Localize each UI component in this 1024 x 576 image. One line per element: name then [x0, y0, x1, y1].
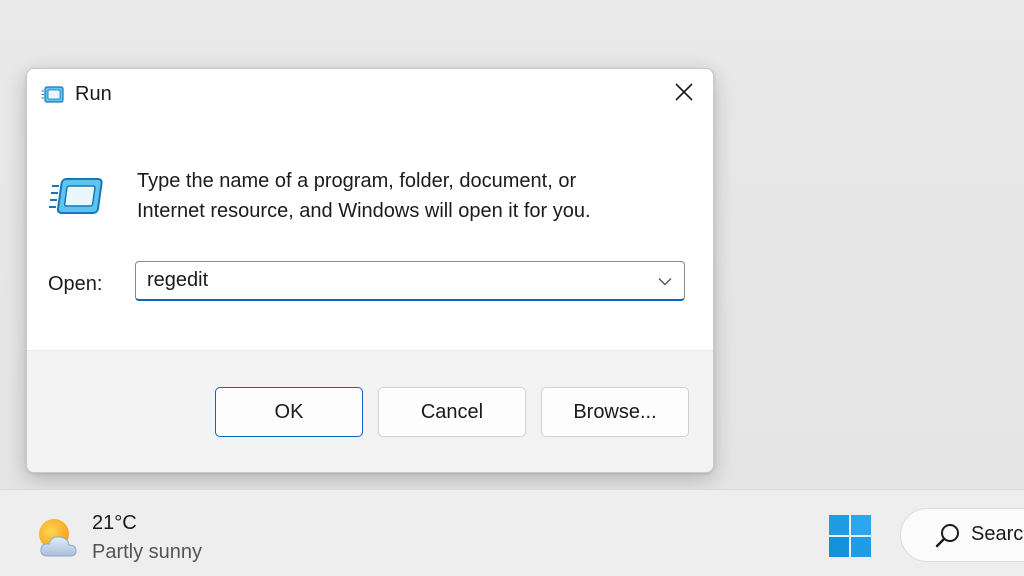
- taskbar: 21°C Partly sunny Search: [0, 489, 1024, 576]
- weather-widget[interactable]: 21°C Partly sunny: [36, 508, 236, 564]
- dialog-title: Run: [75, 83, 112, 105]
- open-combobox[interactable]: [135, 261, 685, 301]
- description-line: Type the name of a program, folder, docu…: [137, 170, 577, 192]
- weather-condition: Partly sunny: [92, 541, 203, 563]
- run-dialog: Run Type the name of a program, folder, …: [26, 68, 714, 473]
- cancel-button[interactable]: Cancel: [378, 387, 526, 437]
- open-input[interactable]: [136, 262, 636, 299]
- browse-button[interactable]: Browse...: [541, 387, 689, 437]
- start-button[interactable]: [828, 514, 872, 558]
- title-bar[interactable]: Run: [27, 69, 713, 121]
- run-app-icon: [41, 84, 65, 106]
- dialog-footer: OK Cancel Browse...: [27, 350, 713, 472]
- dialog-body: Type the name of a program, folder, docu…: [27, 121, 713, 351]
- search-label: Search: [971, 523, 1024, 545]
- weather-temperature: 21°C: [92, 512, 137, 534]
- open-label: Open:: [48, 273, 103, 295]
- description-line: Internet resource, and Windows will open…: [137, 200, 591, 222]
- dialog-description: Type the name of a program, folder, docu…: [137, 166, 677, 226]
- ok-button[interactable]: OK: [215, 387, 363, 437]
- close-button[interactable]: [655, 69, 713, 119]
- search-icon: [935, 523, 961, 549]
- run-app-icon: [49, 173, 105, 225]
- taskbar-search-box[interactable]: Search: [900, 508, 1024, 562]
- partly-sunny-icon: [36, 516, 82, 560]
- close-icon: [674, 82, 694, 107]
- windows-logo-icon: [828, 515, 872, 562]
- chevron-down-icon[interactable]: [652, 268, 678, 294]
